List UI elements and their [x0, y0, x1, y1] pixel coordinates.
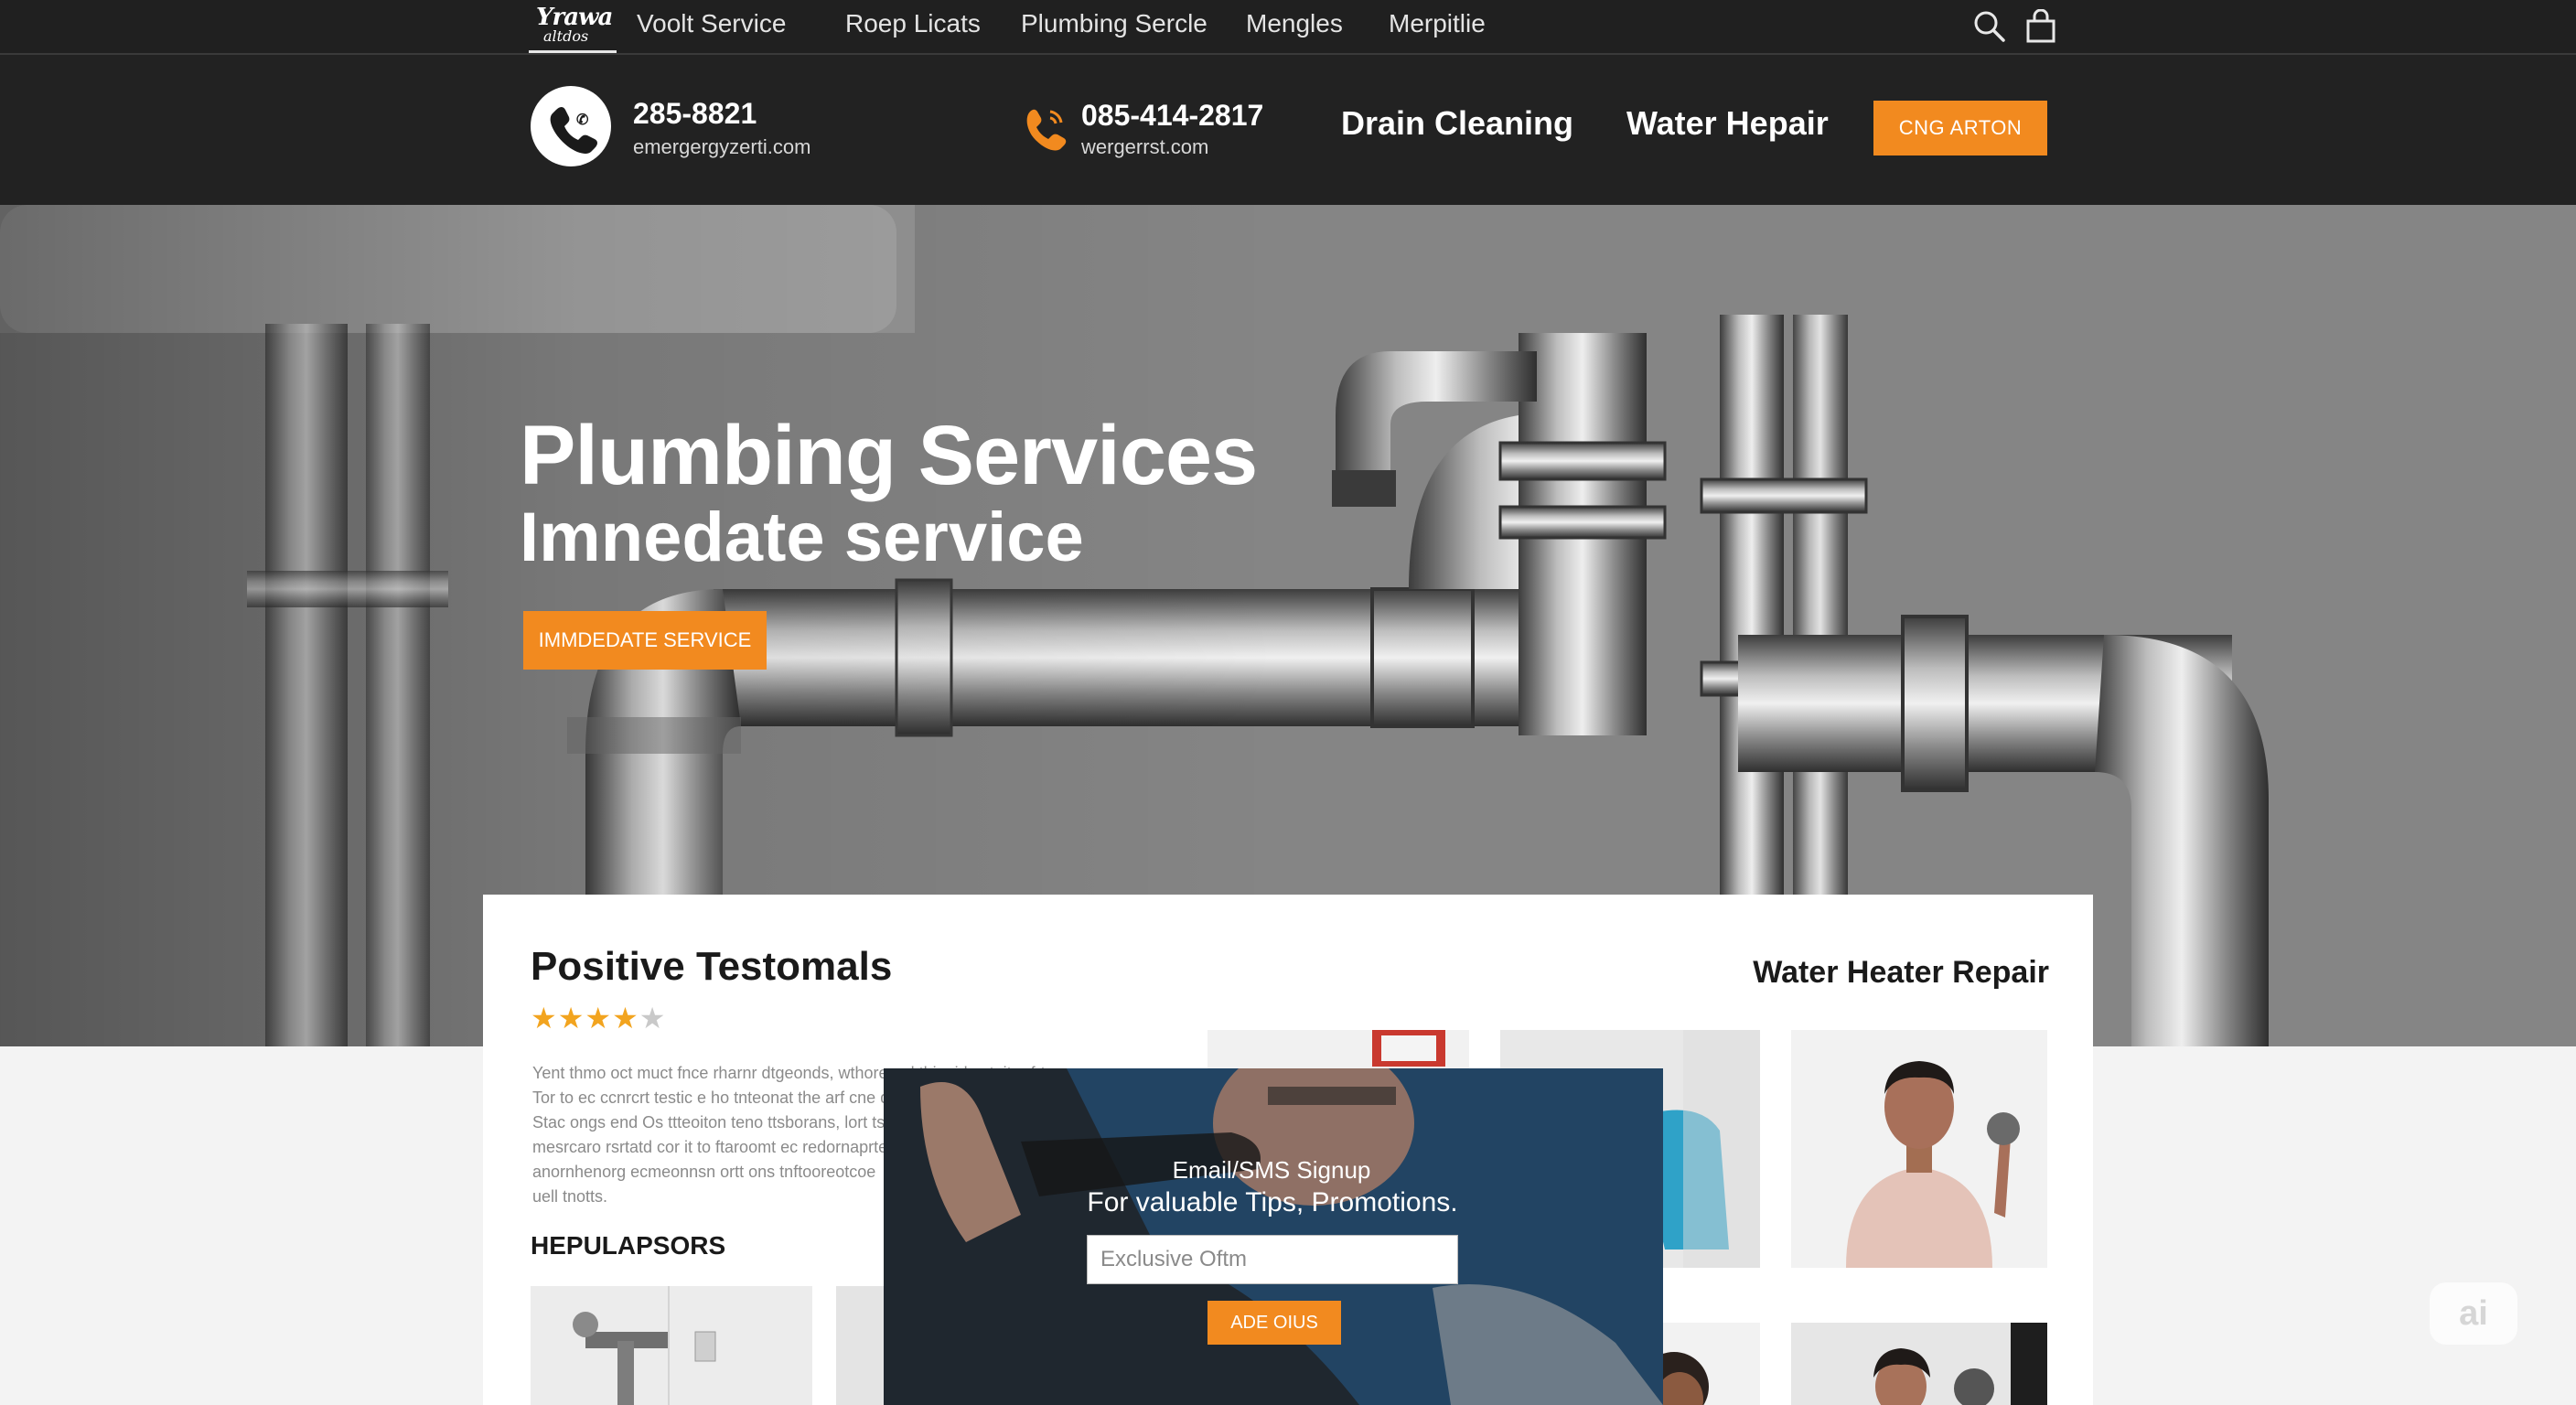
star-rating: ★★★★★: [531, 1001, 666, 1035]
top-nav: Yrawa altdos Voolt Service Roep Licats P…: [0, 0, 2576, 55]
signup-email-input[interactable]: [1087, 1235, 1458, 1284]
phone-icon: ✆: [550, 107, 597, 154]
nav-link-3[interactable]: Plumbing Sercle: [1021, 9, 1208, 38]
primary-email[interactable]: emergergyzerti.com: [633, 135, 810, 159]
nav-link-2[interactable]: Roep Licats: [845, 9, 981, 38]
helpers-title: HEPULAPSORS: [531, 1231, 726, 1260]
cta-button[interactable]: CNG ARTON: [1873, 101, 2047, 156]
star-icon: ★: [585, 1002, 613, 1035]
signup-subtitle: For valuable Tips, Promotions.: [1087, 1187, 1458, 1217]
helper-photo-2[interactable]: [836, 1286, 891, 1405]
water-repair-link[interactable]: Water Hepair: [1626, 104, 1829, 143]
signup-title: Email/SMS Signup: [1172, 1156, 1371, 1184]
svg-text:✆: ✆: [576, 113, 589, 128]
hero-cta-button[interactable]: IMMDEDATE SERVICE: [523, 611, 767, 670]
phone-badge[interactable]: ✆: [531, 86, 611, 166]
ai-badge: ai: [2430, 1282, 2517, 1345]
valve-photo[interactable]: [531, 1286, 812, 1405]
customer-photo[interactable]: [1791, 1323, 2047, 1405]
nav-link-5[interactable]: Merpitlie: [1389, 9, 1486, 38]
star-icon: ★: [557, 1002, 585, 1035]
star-icon: ★: [531, 1002, 558, 1035]
hero-subtitle: Imnedate service: [520, 499, 1084, 576]
technician-photo[interactable]: [1791, 1030, 2047, 1268]
secondary-phone[interactable]: 085-414-2817: [1081, 99, 1263, 133]
star-empty-icon: ★: [639, 1002, 667, 1035]
primary-phone[interactable]: 285-8821: [633, 97, 757, 131]
brand-logo[interactable]: Yrawa altdos: [529, 4, 617, 53]
search-icon[interactable]: [1972, 9, 2007, 44]
secondary-email[interactable]: wergerrst.com: [1081, 135, 1208, 159]
logo-tagline: altdos: [543, 27, 589, 45]
drain-cleaning-link[interactable]: Drain Cleaning: [1341, 104, 1573, 143]
nav-link-4[interactable]: Mengles: [1246, 9, 1343, 38]
hero-title: Plumbing Services: [520, 409, 1258, 502]
nav-link-1[interactable]: Voolt Service: [637, 9, 786, 38]
contact-bar: [0, 55, 2576, 205]
star-icon: ★: [612, 1002, 639, 1035]
signup-submit-button[interactable]: ADE OIUS: [1208, 1301, 1341, 1345]
water-heater-title: Water Heater Repair: [1753, 955, 2049, 990]
bag-icon[interactable]: [2023, 8, 2058, 44]
testimonials-title: Positive Testomals: [531, 944, 893, 989]
phone-icon: [1021, 104, 1068, 156]
